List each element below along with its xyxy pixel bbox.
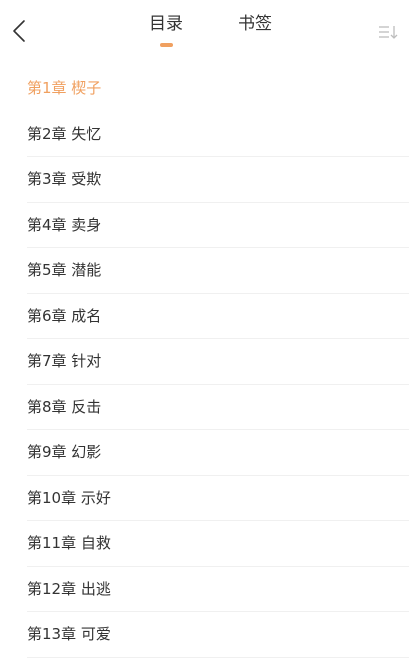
tab-bookmarks-label: 书签 [238,14,272,34]
chapter-item[interactable]: 第9章 幻影 [27,430,409,476]
chapter-item[interactable]: 第1章 楔子 [27,66,409,112]
chapter-item[interactable]: 第2章 失忆 [27,112,409,157]
tab-toc-label: 目录 [149,14,183,34]
chapter-item[interactable]: 第11章 自救 [27,521,409,567]
back-button[interactable] [4,14,34,48]
chapter-item[interactable]: 第8章 反击 [27,385,409,430]
chapter-list: 第1章 楔子 第2章 失忆 第3章 受欺 第4章 卖身 第5章 潜能 第6章 成名 第7章 … [0,66,409,658]
chapter-item[interactable]: 第7章 针对 [27,339,409,385]
chapter-item[interactable]: 第10章 示好 [27,476,409,521]
sort-order-icon [379,26,398,39]
chapter-item[interactable]: 第6章 成名 [27,294,409,339]
sort-button[interactable] [374,18,404,46]
tab-toc[interactable]: 目录 [136,10,196,50]
chapter-item[interactable]: 第3章 受欺 [27,157,409,203]
chevron-left-icon [13,20,25,42]
top-bar: 目录 书签 [0,0,409,62]
chapter-item[interactable]: 第4章 卖身 [27,203,409,248]
chapter-item[interactable]: 第5章 潜能 [27,248,409,294]
chapter-item[interactable]: 第12章 出逃 [27,567,409,612]
active-tab-indicator [160,43,173,47]
tab-bookmarks[interactable]: 书签 [225,10,285,50]
chapter-item[interactable]: 第13章 可爱 [27,612,409,658]
